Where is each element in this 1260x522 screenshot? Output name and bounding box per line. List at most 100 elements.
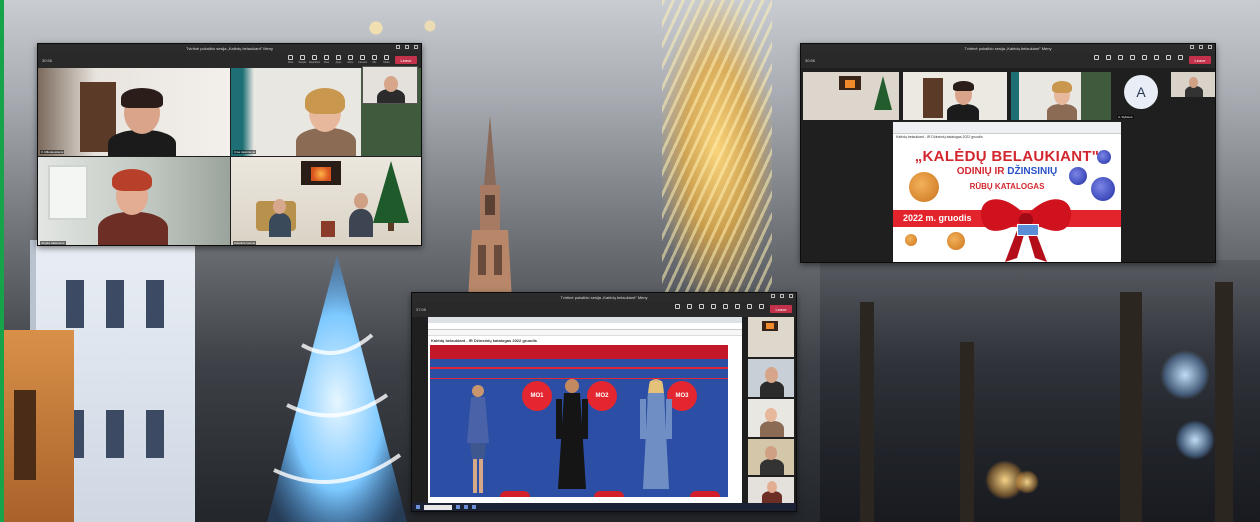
slide-subtitle: ODINIŲ IR DŽINSINIŲ bbox=[956, 166, 1058, 177]
strip-tile-3[interactable] bbox=[1011, 72, 1111, 120]
address-bar[interactable] bbox=[428, 323, 742, 330]
catalog-tab[interactable] bbox=[690, 491, 720, 497]
meeting-timer: 37:05 bbox=[416, 307, 427, 312]
shared-screen: Kalėdų belaukiant - IR Džinsinių katalog… bbox=[893, 122, 1121, 262]
maximize-icon[interactable] bbox=[780, 294, 784, 298]
blue-lamp bbox=[1175, 420, 1215, 460]
meeting-window-share: Tvirtinė pokalbio sesija „Kalėdų belauki… bbox=[800, 43, 1216, 263]
slide-date: 2022 m. gruodis bbox=[903, 213, 972, 223]
reactions-button[interactable] bbox=[1116, 55, 1125, 60]
view-button[interactable]: View bbox=[322, 55, 331, 64]
chat-button[interactable] bbox=[1092, 55, 1101, 60]
video-tile-3[interactable]: Jurgita Valiūnienė bbox=[38, 157, 230, 245]
cookie-icon bbox=[905, 234, 917, 246]
share-button[interactable] bbox=[1176, 55, 1185, 60]
side-tile-1[interactable] bbox=[748, 317, 794, 357]
christmas-tree-icon bbox=[874, 76, 892, 110]
mic-button[interactable] bbox=[1164, 55, 1173, 60]
strip-tile-avatar[interactable]: A A. Rybienė bbox=[1115, 72, 1167, 120]
maximize-icon[interactable] bbox=[405, 45, 409, 49]
maximize-icon[interactable] bbox=[1199, 45, 1203, 49]
window-title: Tvirtinė pokalbio sesija „Kalėdų belauki… bbox=[964, 46, 1052, 51]
close-icon[interactable] bbox=[789, 294, 793, 298]
meeting-toolbar: 37:05 Leave bbox=[412, 302, 796, 317]
strip-tile-1[interactable] bbox=[803, 72, 899, 120]
side-tile-5[interactable] bbox=[748, 477, 794, 503]
church-spire bbox=[468, 115, 512, 300]
participant-name: Irma Jasiūnienė bbox=[233, 150, 257, 154]
model-badge-1[interactable]: MO1 bbox=[522, 381, 552, 411]
avatar-letter: A bbox=[1136, 84, 1146, 100]
reactions-button[interactable]: Reactions bbox=[309, 55, 320, 64]
participant-name: A. Rybienė bbox=[1117, 115, 1134, 119]
meeting-toolbar: 30:56 Leave bbox=[801, 53, 1215, 68]
cookie-icon bbox=[947, 232, 965, 250]
self-view[interactable] bbox=[362, 66, 418, 104]
minimize-icon[interactable] bbox=[1190, 45, 1194, 49]
participant-name: Kalėdinė kavinė bbox=[233, 241, 257, 245]
catalog-page: MO1 MO2 MO3 bbox=[430, 345, 728, 497]
app-icon[interactable] bbox=[472, 505, 476, 509]
close-icon[interactable] bbox=[414, 45, 418, 49]
share-button[interactable]: Share bbox=[382, 55, 391, 64]
close-icon[interactable] bbox=[1208, 45, 1212, 49]
meeting-window-browser: Tvirtinė pokalbio sesija „Kalėdų belauki… bbox=[411, 292, 797, 512]
blue-lamp bbox=[1160, 350, 1210, 400]
sparkle-lights bbox=[340, 8, 460, 48]
people-button[interactable] bbox=[685, 304, 694, 309]
view-button[interactable] bbox=[1128, 55, 1137, 60]
side-tile-3[interactable] bbox=[748, 399, 794, 437]
mic-button[interactable]: Mic bbox=[370, 55, 379, 64]
model-figure-3 bbox=[640, 379, 672, 489]
apps-button[interactable]: Apps bbox=[334, 55, 343, 64]
leave-button[interactable]: Leave bbox=[395, 56, 417, 64]
more-button[interactable] bbox=[1140, 55, 1149, 60]
catalog-header-band bbox=[430, 345, 728, 359]
page-heading: Kalėdų belaukiant - IR Džinsinių katalog… bbox=[431, 338, 538, 343]
view-button[interactable] bbox=[709, 304, 718, 309]
leave-button[interactable]: Leave bbox=[1189, 56, 1211, 64]
app-icon[interactable] bbox=[456, 505, 460, 509]
blue-gift-tag bbox=[1017, 224, 1039, 236]
slide-title: „KALĖDŲ BELAUKIANT" bbox=[914, 148, 1100, 165]
start-icon[interactable] bbox=[416, 505, 420, 509]
minimize-icon[interactable] bbox=[771, 294, 775, 298]
chat-button[interactable]: Chat bbox=[286, 55, 295, 64]
more-button[interactable]: More bbox=[346, 55, 355, 64]
side-tile-4[interactable] bbox=[748, 439, 794, 475]
people-button[interactable] bbox=[1104, 55, 1113, 60]
browser-window: Kalėdų belaukiant - IR Džinsinių katalog… bbox=[428, 317, 742, 505]
strip-tile-2[interactable] bbox=[903, 72, 1007, 120]
camera-button[interactable] bbox=[1152, 55, 1161, 60]
orange-house bbox=[4, 330, 74, 522]
participant-name: Jurgita Valiūnienė bbox=[40, 241, 66, 245]
model-figure-1 bbox=[467, 385, 489, 493]
avatar: A bbox=[1124, 75, 1158, 109]
browser-heading: Kalėdų belaukiant - IR Džinsinių katalog… bbox=[896, 135, 983, 139]
people-button[interactable]: People bbox=[298, 55, 307, 64]
catalog-tab[interactable] bbox=[594, 491, 624, 497]
chat-button[interactable] bbox=[673, 304, 682, 309]
camera-button[interactable] bbox=[733, 304, 742, 309]
side-tile-2[interactable] bbox=[748, 359, 794, 397]
illuminated-christmas-tree bbox=[267, 255, 407, 522]
strip-tile-5[interactable] bbox=[1171, 72, 1215, 97]
light-garland bbox=[662, 0, 772, 300]
catalog-tab[interactable] bbox=[500, 491, 530, 497]
camera-button[interactable]: Camera bbox=[358, 55, 367, 64]
leave-button[interactable]: Leave bbox=[770, 305, 792, 313]
title-bar: Tvirtinė pokalbio sesija „Kalėdų belauki… bbox=[801, 44, 1215, 53]
minimize-icon[interactable] bbox=[396, 45, 400, 49]
more-button[interactable] bbox=[721, 304, 730, 309]
catalog-ribbon-line bbox=[430, 367, 728, 369]
video-tile-1[interactable]: V. Mikulauskienė bbox=[38, 68, 230, 156]
share-button[interactable] bbox=[757, 304, 766, 309]
video-tile-4[interactable]: Kalėdinė kavinė bbox=[231, 157, 421, 245]
app-icon[interactable] bbox=[464, 505, 468, 509]
reactions-button[interactable] bbox=[697, 304, 706, 309]
christmas-tree-icon bbox=[373, 161, 409, 231]
mic-button[interactable] bbox=[745, 304, 754, 309]
meeting-window-gallery: Tvirtinė pokalbio sesija „Kalėdų belauki… bbox=[37, 43, 422, 246]
meeting-timer: 30:56 bbox=[42, 58, 53, 63]
taskbar-search[interactable] bbox=[424, 504, 452, 510]
